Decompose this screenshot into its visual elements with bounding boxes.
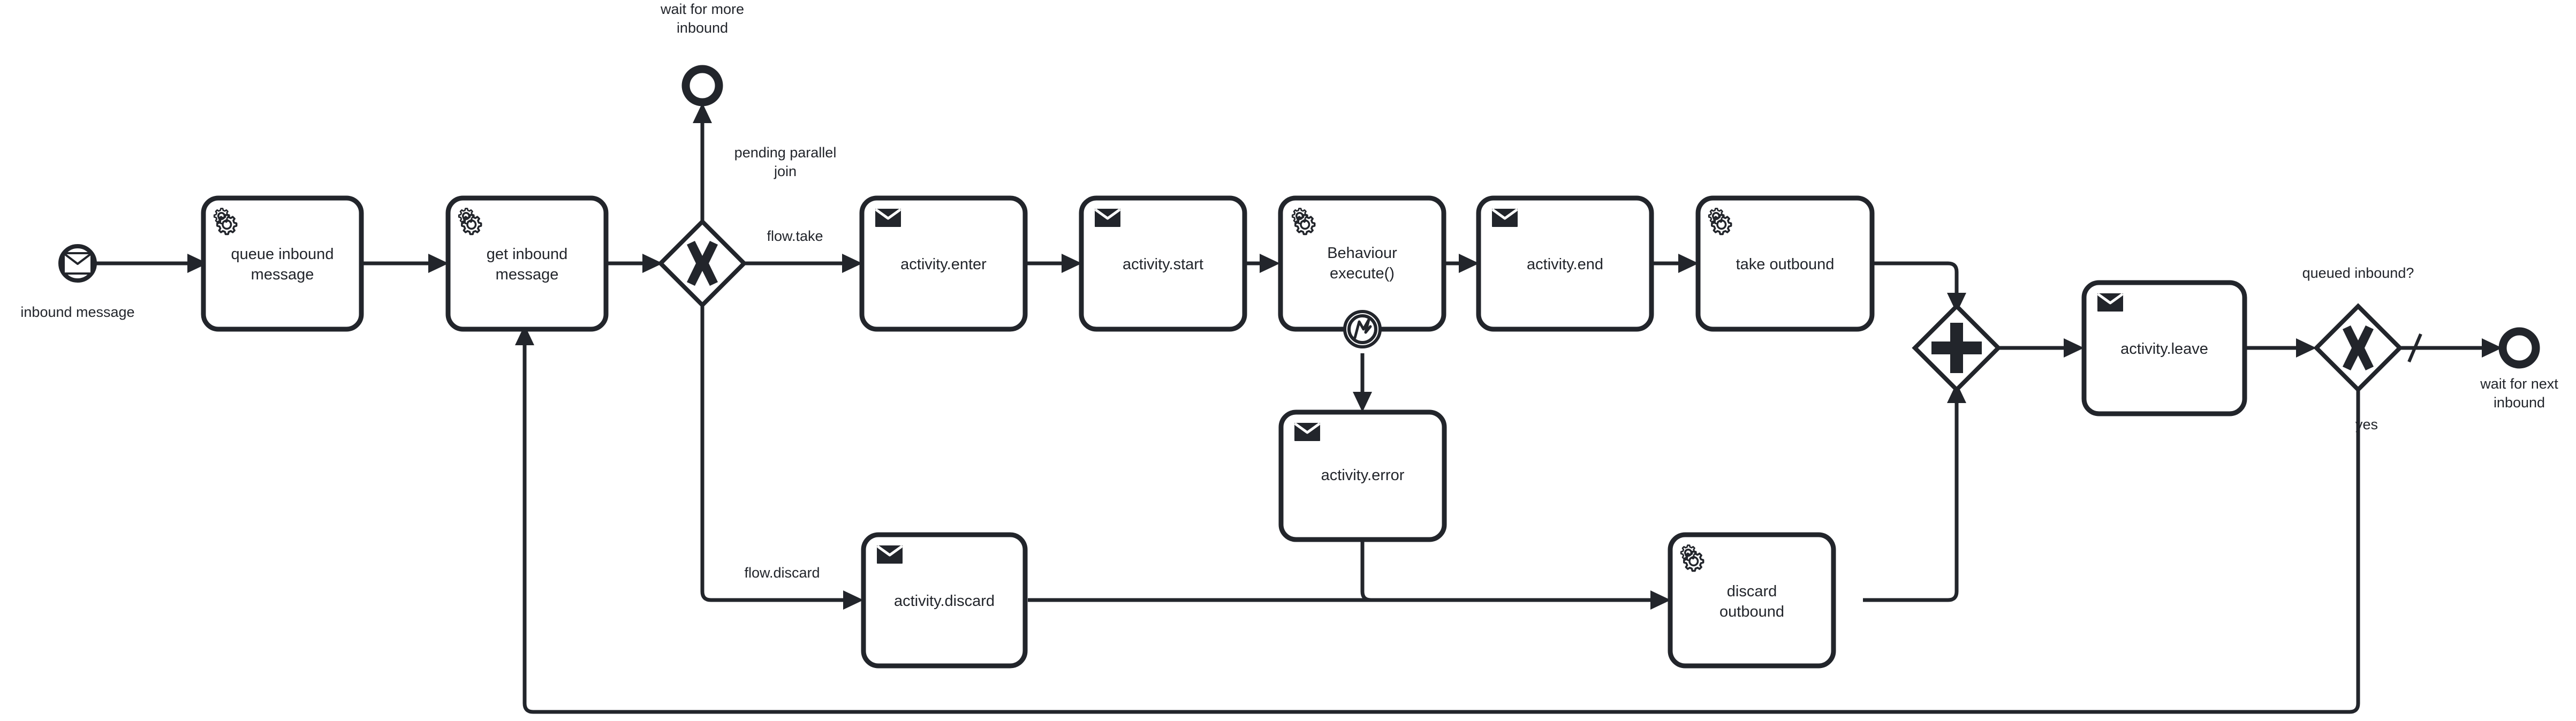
task-label-activity-start: activity.start — [1123, 256, 1203, 274]
gateway-flow-decision[interactable] — [657, 218, 747, 308]
gateway-parallel-join[interactable] — [1912, 303, 2002, 393]
flow-enter-to-start — [1025, 254, 1082, 273]
flow-join-to-activity-leave — [1998, 338, 2084, 358]
boundary-event-error[interactable] — [1343, 310, 1382, 348]
flow-leave-to-queued-gateway — [2245, 338, 2316, 358]
gateway-queued-inbound[interactable] — [2313, 303, 2403, 393]
flow-discard-outbound-to-join — [1863, 383, 1966, 602]
end-event-wait-for-next-inbound[interactable] — [2498, 327, 2540, 369]
flow-gateway-to-wait-more — [693, 103, 712, 222]
task-label-activity-discard: activity.discard — [893, 593, 995, 610]
task-label-activity-enter: activity.enter — [900, 256, 987, 274]
flow-get-to-gateway — [606, 254, 663, 273]
start-event-inbound-message[interactable] — [58, 244, 97, 283]
flow-queued-default-to-wait-next — [2400, 333, 2502, 363]
task-label-activity-error: activity.error — [1321, 467, 1405, 484]
task-label-behaviour-execute: Behaviour execute() — [1327, 245, 1397, 282]
flow-start-to-queue — [94, 254, 208, 273]
flow-end-to-take-outbound — [1651, 254, 1699, 273]
end-event-wait-for-more-inbound[interactable] — [681, 65, 723, 107]
flow-take-outbound-to-join — [1872, 261, 1966, 313]
flow-behaviour-to-end — [1444, 254, 1479, 273]
flow-queue-to-get — [361, 254, 449, 273]
flow-boundary-error-to-activity-error — [1353, 353, 1372, 412]
flow-discard — [700, 305, 863, 610]
task-label-take-outbound: take outbound — [1736, 256, 1835, 274]
task-label-queue-inbound-message: queue inbound message — [231, 246, 334, 283]
task-label-activity-leave: activity.leave — [2120, 340, 2208, 358]
flow-start-to-behaviour — [1245, 254, 1280, 273]
flow-take — [744, 254, 862, 273]
task-label-discard-outbound: discard outbound — [1719, 583, 1784, 620]
task-label-activity-end: activity.end — [1527, 256, 1603, 274]
task-label-get-inbound-message: get inbound message — [486, 246, 568, 283]
bpmn-diagram-canvas: inbound message wait for more inbound wa… — [0, 0, 2576, 721]
